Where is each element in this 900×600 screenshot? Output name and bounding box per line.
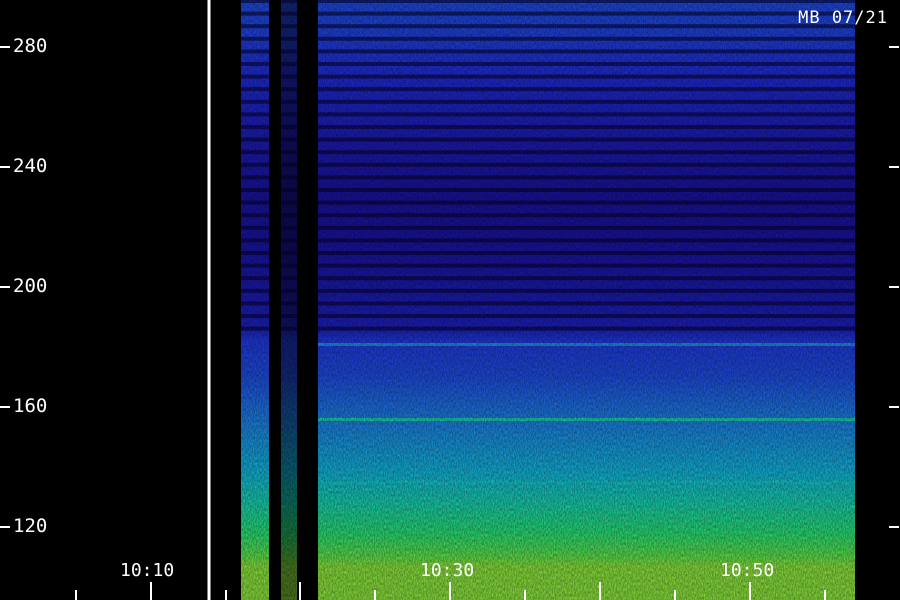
gap-band bbox=[297, 0, 318, 600]
y-tick-label: 280 bbox=[13, 35, 48, 57]
chart-stamp: MB 07/21 bbox=[798, 8, 888, 28]
y-tick-label: 120 bbox=[13, 515, 48, 537]
x-tick-label: 10:50 bbox=[720, 560, 775, 581]
y-tick-label: 200 bbox=[13, 275, 48, 297]
x-tick-label: 10:30 bbox=[420, 560, 475, 581]
spectrogram-chart bbox=[0, 0, 900, 600]
spectrogram-noise bbox=[241, 0, 855, 600]
y-tick-label: 160 bbox=[13, 395, 48, 417]
x-tick-label: 10:10 bbox=[120, 560, 175, 581]
y-tick-label: 240 bbox=[13, 155, 48, 177]
plot-area bbox=[241, 0, 855, 600]
gap-band bbox=[269, 0, 281, 600]
